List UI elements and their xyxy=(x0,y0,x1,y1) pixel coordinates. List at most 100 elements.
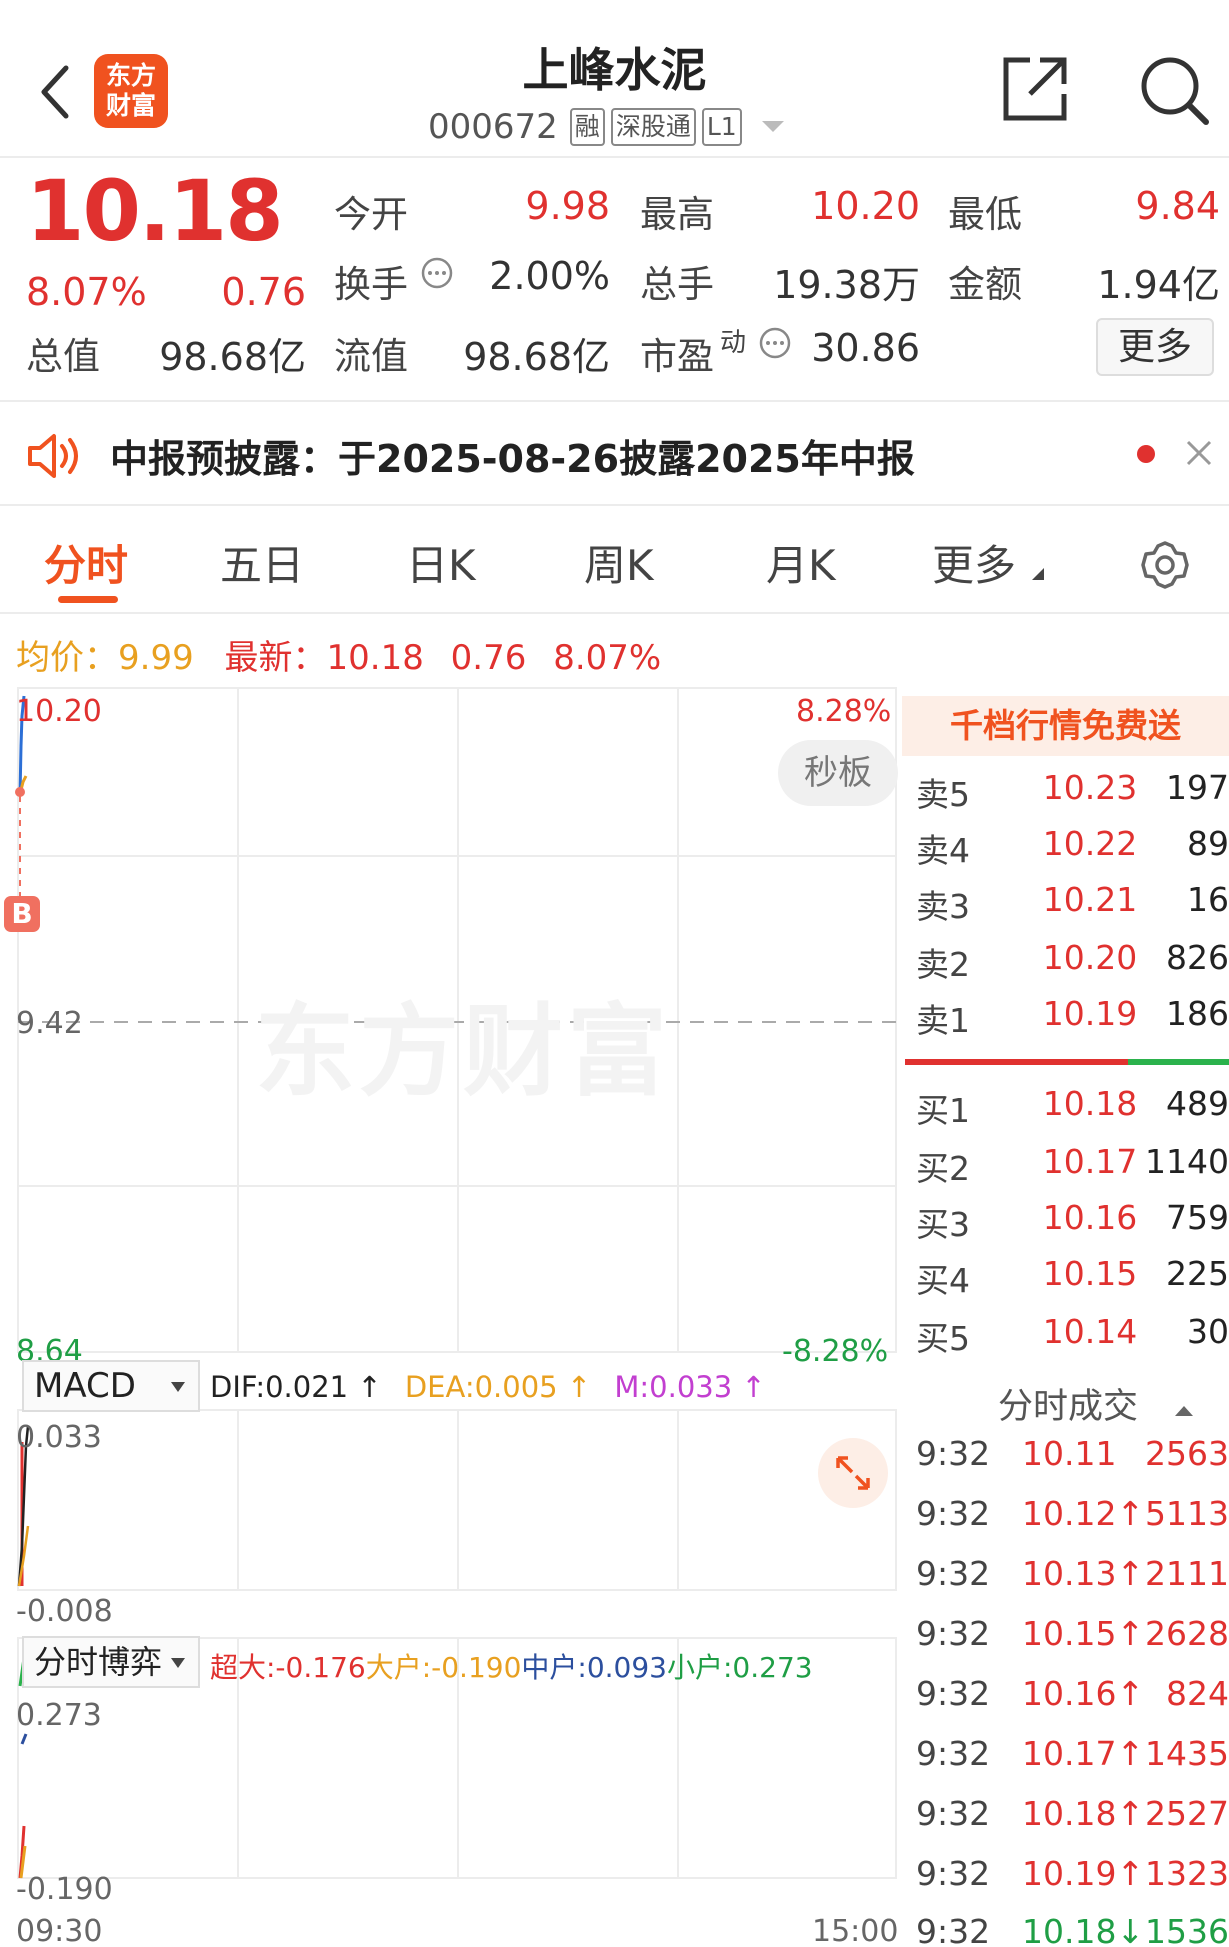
macd-y-bottom: -0.008 xyxy=(16,1594,113,1629)
volume-value: 19.38万 xyxy=(773,263,920,307)
unread-dot-icon xyxy=(1137,445,1155,463)
free-depth-banner[interactable]: 千档行情免费送 xyxy=(902,696,1229,756)
trade-row: 9:32 10.17↑ 1435 xyxy=(916,1734,1229,1773)
buy-marker-badge[interactable]: B xyxy=(4,896,40,932)
change-pct: 8.07% xyxy=(26,270,147,314)
y-mid-label: 9.42 xyxy=(16,1006,83,1041)
ask-row: 卖3 10.21 16 xyxy=(916,880,1229,926)
sell-ratio-bar xyxy=(1128,1059,1229,1065)
avg-value: 9.99 xyxy=(118,638,194,678)
mid-line xyxy=(20,1733,28,1745)
trade-row: 9:32 10.15↑ 2628 xyxy=(916,1614,1229,1653)
ask-row: 卖2 10.20 826 xyxy=(916,938,1229,984)
float-value: 98.68亿 xyxy=(463,335,610,379)
low-label: 最低 xyxy=(948,193,1022,236)
trade-row: 9:32 10.18↓ 1536 xyxy=(916,1912,1229,1947)
tabs-divider xyxy=(0,612,1229,614)
pe-info-icon[interactable] xyxy=(758,326,792,360)
dropdown-caret-icon[interactable] xyxy=(758,117,788,137)
pe-sup: 动 xyxy=(720,328,747,358)
search-icon[interactable] xyxy=(1138,54,1212,128)
more-button[interactable]: 更多 xyxy=(1096,318,1214,376)
mktcap-value: 98.68亿 xyxy=(159,335,306,379)
stock-code: 000672 xyxy=(428,107,558,147)
macd-m: M:0.033 ↑ xyxy=(614,1370,766,1404)
bid-row: 买1 10.18 489 xyxy=(916,1084,1229,1130)
amount-label: 金额 xyxy=(948,263,1022,306)
amount-value: 1.94亿 xyxy=(1097,263,1220,307)
avg-label: 均价： xyxy=(16,638,118,678)
buy-ratio-bar xyxy=(905,1059,1128,1065)
mktcap-label: 总值 xyxy=(26,335,100,378)
chevron-down-icon-2 xyxy=(171,1658,185,1668)
price-summary: 均价：9.99 最新：10.18 0.76 8.07% xyxy=(16,630,661,679)
info-icon[interactable] xyxy=(420,256,454,290)
game-values: 超大:-0.176大户:-0.190中户:0.093小户:0.273 xyxy=(210,1646,813,1686)
turnover-label: 换手 xyxy=(334,263,408,306)
x-start-label: 09:30 xyxy=(16,1914,103,1947)
macd-dea: DEA:0.005 ↑ xyxy=(404,1370,592,1404)
buy-marker-dot xyxy=(15,787,25,797)
game-mid: 中户:0.093 xyxy=(521,1651,667,1684)
share-icon[interactable] xyxy=(1000,54,1070,124)
bid-row: 买3 10.16 759 xyxy=(916,1198,1229,1244)
trade-row: 9:32 10.16↑ 824 xyxy=(916,1674,1229,1713)
chevron-up-icon xyxy=(1175,1406,1194,1416)
latest-value: 10.18 xyxy=(326,638,424,678)
trade-row: 9:32 10.12↑ 5113 xyxy=(916,1494,1229,1533)
second-board-button[interactable]: 秒板 xyxy=(778,740,898,806)
x-end-label: 15:00 xyxy=(812,1914,899,1947)
intraday-chart[interactable] xyxy=(0,686,900,1947)
bid-row: 买2 10.17 1140 xyxy=(916,1142,1229,1188)
game-name: 分时博弈 xyxy=(34,1643,163,1681)
tag-level: L1 xyxy=(701,108,742,146)
trade-row: 9:32 10.19↑ 1323 xyxy=(916,1854,1229,1893)
stock-code-row: 000672 融 深股通 L1 xyxy=(428,104,788,150)
active-tab-indicator xyxy=(58,596,118,603)
trade-row: 9:32 10.11 2563 xyxy=(916,1434,1229,1473)
y-top-label: 10.20 xyxy=(16,694,102,729)
tab-more[interactable]: 更多 xyxy=(932,532,1016,593)
notice-bar[interactable]: 中报预披露：于2025-08-26披露2025年中报 xyxy=(0,400,1229,506)
expand-button[interactable] xyxy=(818,1438,888,1508)
pe-value: 30.86 xyxy=(811,326,920,370)
game-y-top: 0.273 xyxy=(16,1698,102,1733)
game-selector[interactable]: 分时博弈 xyxy=(22,1636,200,1688)
game-small: 小户:0.273 xyxy=(667,1651,813,1684)
trade-row: 9:32 10.13↑ 2111 xyxy=(916,1554,1229,1593)
open-value: 9.98 xyxy=(525,184,610,228)
ask-row: 卖4 10.22 89 xyxy=(916,824,1229,870)
close-icon[interactable] xyxy=(1184,438,1214,468)
latest-label: 最新： xyxy=(224,638,327,678)
notice-text: 中报预披露：于2025-08-26披露2025年中报 xyxy=(110,437,915,481)
trades-header[interactable]: 分时成交 xyxy=(998,1378,1195,1429)
chevron-down-icon xyxy=(171,1382,185,1392)
macd-selector[interactable]: MACD xyxy=(22,1360,200,1412)
tab-daily-k[interactable]: 日K xyxy=(406,532,476,593)
corner-caret-icon xyxy=(1032,568,1044,580)
tab-intraday[interactable]: 分时 xyxy=(44,532,128,593)
trades-header-label: 分时成交 xyxy=(998,1387,1139,1427)
tab-five-day[interactable]: 五日 xyxy=(220,532,304,593)
pe-label: 市盈 xyxy=(640,335,714,378)
watermark: 东方财富 xyxy=(255,993,671,1110)
tab-monthly-k[interactable]: 月K xyxy=(766,532,836,593)
tag-connect: 深股通 xyxy=(610,108,696,146)
pct-bottom-label: -8.28% xyxy=(782,1334,889,1369)
macd-y-top: 0.033 xyxy=(16,1420,102,1455)
top-bar: 东方财富 上峰水泥 000672 融 深股通 L1 xyxy=(0,0,1229,158)
tab-weekly-k[interactable]: 周K xyxy=(584,532,654,593)
ask-row: 卖1 10.19 186 xyxy=(916,994,1229,1040)
game-y-bottom: -0.190 xyxy=(16,1872,113,1907)
high-label: 最高 xyxy=(640,193,714,236)
low-value: 9.84 xyxy=(1135,184,1220,228)
tag-margin: 融 xyxy=(569,108,605,146)
latest-change-pct: 8.07% xyxy=(553,638,662,678)
expand-icon xyxy=(836,1456,870,1490)
open-label: 今开 xyxy=(334,193,408,236)
trade-row: 9:32 10.18↑ 2527 xyxy=(916,1794,1229,1833)
settings-icon[interactable] xyxy=(1138,538,1192,592)
speaker-icon xyxy=(28,434,78,478)
latest-change: 0.76 xyxy=(450,638,527,678)
change-value: 0.76 xyxy=(221,270,306,314)
